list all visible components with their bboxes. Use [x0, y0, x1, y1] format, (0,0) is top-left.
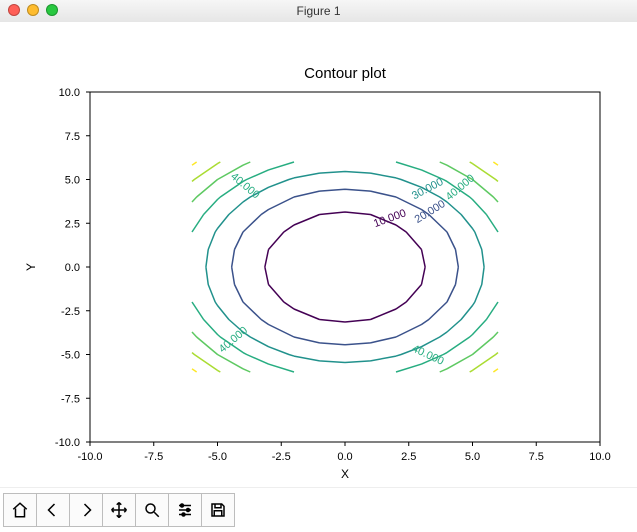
sliders-icon	[176, 501, 194, 519]
window-title: Figure 1	[0, 4, 637, 18]
svg-text:-5.0: -5.0	[61, 350, 80, 362]
home-button[interactable]	[3, 493, 36, 527]
close-icon[interactable]	[8, 4, 20, 16]
svg-text:2.5: 2.5	[401, 451, 416, 463]
arrow-right-icon	[77, 501, 95, 519]
search-icon	[143, 501, 161, 519]
svg-text:-7.5: -7.5	[144, 451, 163, 463]
save-button[interactable]	[201, 493, 235, 527]
svg-text:5.0: 5.0	[65, 175, 80, 187]
figure-window: Figure 1 -10.0 -7.5 -5.0 -2.5 0.0 2.5 5.0 7.5 10…	[0, 0, 637, 532]
configure-button[interactable]	[168, 493, 201, 527]
back-button[interactable]	[36, 493, 69, 527]
svg-text:-10.0: -10.0	[77, 451, 102, 463]
zoom-button[interactable]	[135, 493, 168, 527]
save-icon	[209, 501, 227, 519]
move-icon	[110, 501, 128, 519]
pan-button[interactable]	[102, 493, 135, 527]
svg-text:7.5: 7.5	[65, 131, 80, 143]
forward-button[interactable]	[69, 493, 102, 527]
svg-text:-2.5: -2.5	[61, 306, 80, 318]
svg-text:Contour plot: Contour plot	[304, 65, 387, 82]
svg-text:10.000: 10.000	[372, 207, 408, 230]
svg-text:20.000: 20.000	[413, 198, 448, 226]
svg-text:40.000: 40.000	[217, 325, 250, 356]
svg-text:40.000: 40.000	[410, 343, 446, 368]
svg-text:2.5: 2.5	[65, 218, 80, 230]
svg-text:0.0: 0.0	[337, 451, 352, 463]
matplotlib-toolbar	[0, 487, 637, 532]
svg-text:10.0: 10.0	[589, 451, 610, 463]
svg-text:X: X	[341, 467, 349, 481]
window-controls	[8, 4, 58, 16]
home-icon	[11, 501, 29, 519]
svg-text:-7.5: -7.5	[61, 393, 80, 405]
titlebar: Figure 1	[0, 0, 637, 23]
plot-svg: -10.0 -7.5 -5.0 -2.5 0.0 2.5 5.0 7.5 10.0 -10.0 -7…	[0, 22, 637, 492]
figure-canvas[interactable]: -10.0 -7.5 -5.0 -2.5 0.0 2.5 5.0 7.5 10.0 -10.0 -7…	[0, 22, 637, 494]
svg-text:-10.0: -10.0	[55, 437, 80, 449]
svg-text:Y: Y	[24, 263, 38, 271]
svg-text:10.0: 10.0	[59, 87, 80, 99]
zoom-window-icon[interactable]	[46, 4, 58, 16]
svg-text:-2.5: -2.5	[272, 451, 291, 463]
svg-text:7.5: 7.5	[529, 451, 544, 463]
svg-text:0.0: 0.0	[65, 262, 80, 274]
svg-text:-5.0: -5.0	[208, 451, 227, 463]
minimize-icon[interactable]	[27, 4, 39, 16]
arrow-left-icon	[44, 501, 62, 519]
svg-text:5.0: 5.0	[465, 451, 480, 463]
